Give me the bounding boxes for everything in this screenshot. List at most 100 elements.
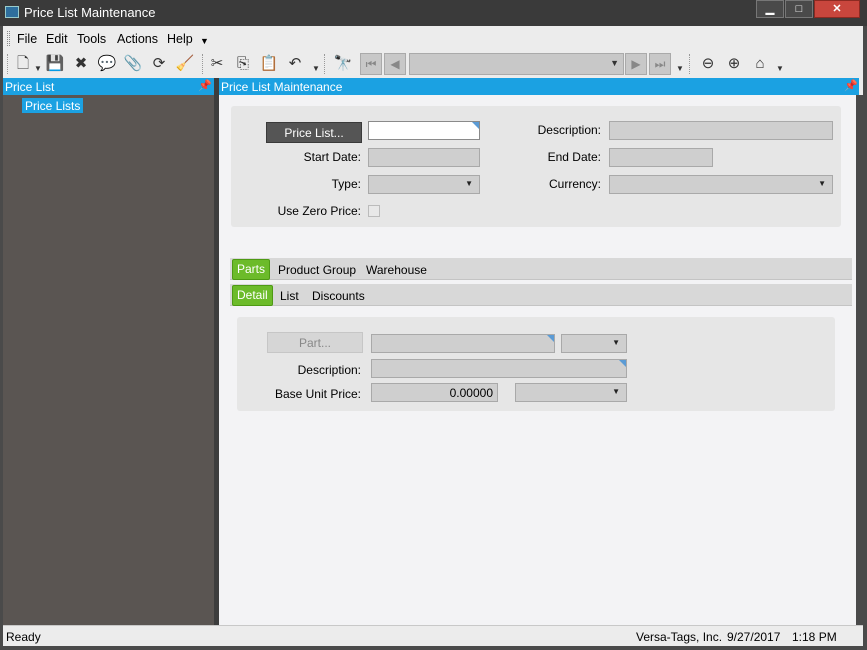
nav-dropdown-icon[interactable]: ▼ (676, 64, 684, 73)
chevron-down-icon[interactable]: ▼ (610, 58, 619, 68)
chevron-down-icon[interactable]: ▼ (612, 387, 620, 396)
part-button[interactable]: Part... (267, 332, 363, 353)
type-label: Type: (331, 177, 361, 191)
toolbar-separator (689, 54, 690, 74)
attach-icon[interactable]: 📎 (123, 54, 143, 74)
part-description-field[interactable] (371, 359, 627, 378)
price-list-header-group: Price List... Description: Start Date: E… (231, 106, 841, 227)
lookup-marker-icon (547, 335, 554, 342)
uom-select[interactable]: ▼ (515, 383, 627, 402)
save-icon[interactable]: 💾 (45, 54, 65, 74)
paste-icon[interactable]: 📋 (259, 54, 279, 74)
forward-icon[interactable]: ⊕ (724, 54, 744, 74)
menu-file[interactable]: File (17, 32, 37, 46)
start-date-field[interactable] (368, 148, 480, 167)
menu-help[interactable]: Help (167, 32, 193, 46)
undo-dropdown-icon[interactable]: ▼ (312, 64, 320, 73)
tab-warehouse[interactable]: Warehouse (366, 263, 427, 277)
home-icon[interactable]: ⌂ (750, 54, 770, 74)
comment-icon[interactable]: 💬 (97, 54, 117, 74)
tab-parts[interactable]: Parts (232, 259, 271, 280)
first-record-icon[interactable]: ⏮ (360, 53, 382, 75)
status-company: Versa-Tags, Inc. (636, 630, 723, 644)
start-date-label: Start Date: (303, 150, 361, 164)
menu-edit[interactable]: Edit (46, 32, 68, 46)
undo-icon[interactable]: ↶ (285, 54, 305, 74)
clear-icon[interactable]: 🧹 (175, 54, 195, 74)
part-revision-select[interactable]: ▼ (561, 334, 627, 353)
menubar-grip (7, 31, 10, 46)
pin-icon[interactable]: 📌 (198, 79, 212, 92)
tab-list[interactable]: List (280, 289, 299, 303)
back-icon[interactable]: ⊖ (698, 54, 718, 74)
status-bar: Ready Versa-Tags, Inc. 9/27/2017 1:18 PM (3, 625, 863, 646)
base-unit-price-label: Base Unit Price: (274, 387, 361, 401)
menu-actions[interactable]: Actions (117, 32, 158, 46)
tab-product-group[interactable]: Product Group (278, 263, 356, 277)
refresh-icon[interactable]: ⟳ (149, 54, 169, 74)
parts-tab-strip: Parts Product Group Warehouse (230, 258, 852, 280)
type-select[interactable]: ▼ (368, 175, 480, 194)
cut-icon[interactable]: ✂ (207, 54, 227, 74)
tab-detail[interactable]: Detail (232, 285, 273, 306)
base-unit-price-value: 0.00000 (449, 386, 493, 400)
status-time: 1:18 PM (792, 630, 837, 644)
menu-overflow-icon[interactable]: ▼ (200, 36, 209, 46)
maximize-button[interactable]: □ (785, 0, 813, 18)
currency-select[interactable]: ▼ (609, 175, 833, 194)
window-app-icon (5, 6, 19, 18)
left-panel-title: Price List (5, 80, 55, 94)
new-icon[interactable]: 🗋 (13, 54, 33, 74)
description-field[interactable] (609, 121, 833, 140)
chevron-down-icon[interactable]: ▼ (612, 338, 620, 347)
prev-record-icon[interactable]: ◀ (384, 53, 406, 75)
record-navigator-combo[interactable]: ▼ (409, 53, 624, 75)
detail-tab-strip: Detail List Discounts (230, 284, 852, 306)
end-date-field[interactable] (609, 148, 713, 167)
title-bar: Price List Maintenance ▁ □ ✕ (0, 0, 867, 26)
right-panel-header: Price List Maintenance 📌 (219, 78, 859, 95)
tree-item-price-lists[interactable]: Price Lists (22, 98, 84, 113)
new-dropdown-icon[interactable]: ▼ (34, 64, 42, 73)
menu-tools[interactable]: Tools (77, 32, 106, 46)
home-dropdown-icon[interactable]: ▼ (776, 64, 784, 73)
last-record-icon[interactable]: ⏭ (649, 53, 671, 75)
minimize-button[interactable]: ▁ (756, 0, 784, 18)
end-date-label: End Date: (547, 150, 601, 164)
description-label: Description: (537, 123, 601, 137)
toolbar: 🗋 ▼ 💾 ✖ 💬 📎 ⟳ 🧹 ✂ ⎘ 📋 ↶ ▼ 🔭 ⏮ ◀ ▼ ▶ ⏭ ▼ … (3, 50, 863, 78)
part-field[interactable] (371, 334, 555, 353)
chevron-down-icon[interactable]: ▼ (465, 179, 473, 188)
copy-icon[interactable]: ⎘ (233, 54, 253, 74)
delete-icon[interactable]: ✖ (71, 54, 91, 74)
window-edge (856, 95, 863, 625)
left-panel-header: Price List 📌 (3, 78, 214, 95)
lookup-marker-icon (619, 360, 626, 367)
part-description-label: Description: (297, 363, 361, 377)
toolbar-separator (324, 54, 325, 74)
right-panel-title: Price List Maintenance (221, 80, 343, 94)
next-record-icon[interactable]: ▶ (625, 53, 647, 75)
lookup-marker-icon (472, 122, 479, 129)
pin-icon[interactable]: 📌 (844, 79, 858, 92)
menu-bar: File Edit Tools Actions Help ▼ (3, 26, 863, 50)
part-detail-group: Part... ▼ Description: Base Unit Price: … (237, 317, 835, 411)
price-list-button[interactable]: Price List... (266, 122, 362, 143)
status-text: Ready (6, 630, 41, 644)
status-date: 9/27/2017 (727, 630, 781, 644)
price-list-field[interactable] (368, 121, 480, 140)
main-form: Price List... Description: Start Date: E… (219, 95, 856, 625)
search-binoculars-icon[interactable]: 🔭 (333, 54, 353, 74)
chevron-down-icon[interactable]: ▼ (818, 179, 826, 188)
window-title: Price List Maintenance (24, 5, 156, 20)
close-button[interactable]: ✕ (814, 0, 860, 18)
base-unit-price-field[interactable]: 0.00000 (371, 383, 498, 402)
tree-panel: Price Lists (3, 95, 214, 625)
toolbar-grip (7, 54, 8, 74)
currency-label: Currency: (548, 177, 601, 191)
tab-discounts[interactable]: Discounts (312, 289, 365, 303)
use-zero-price-checkbox[interactable] (368, 205, 380, 217)
use-zero-price-label: Use Zero Price: (277, 204, 361, 218)
app-frame: File Edit Tools Actions Help ▼ 🗋 ▼ 💾 ✖ 💬… (3, 26, 863, 646)
toolbar-separator (202, 54, 203, 74)
